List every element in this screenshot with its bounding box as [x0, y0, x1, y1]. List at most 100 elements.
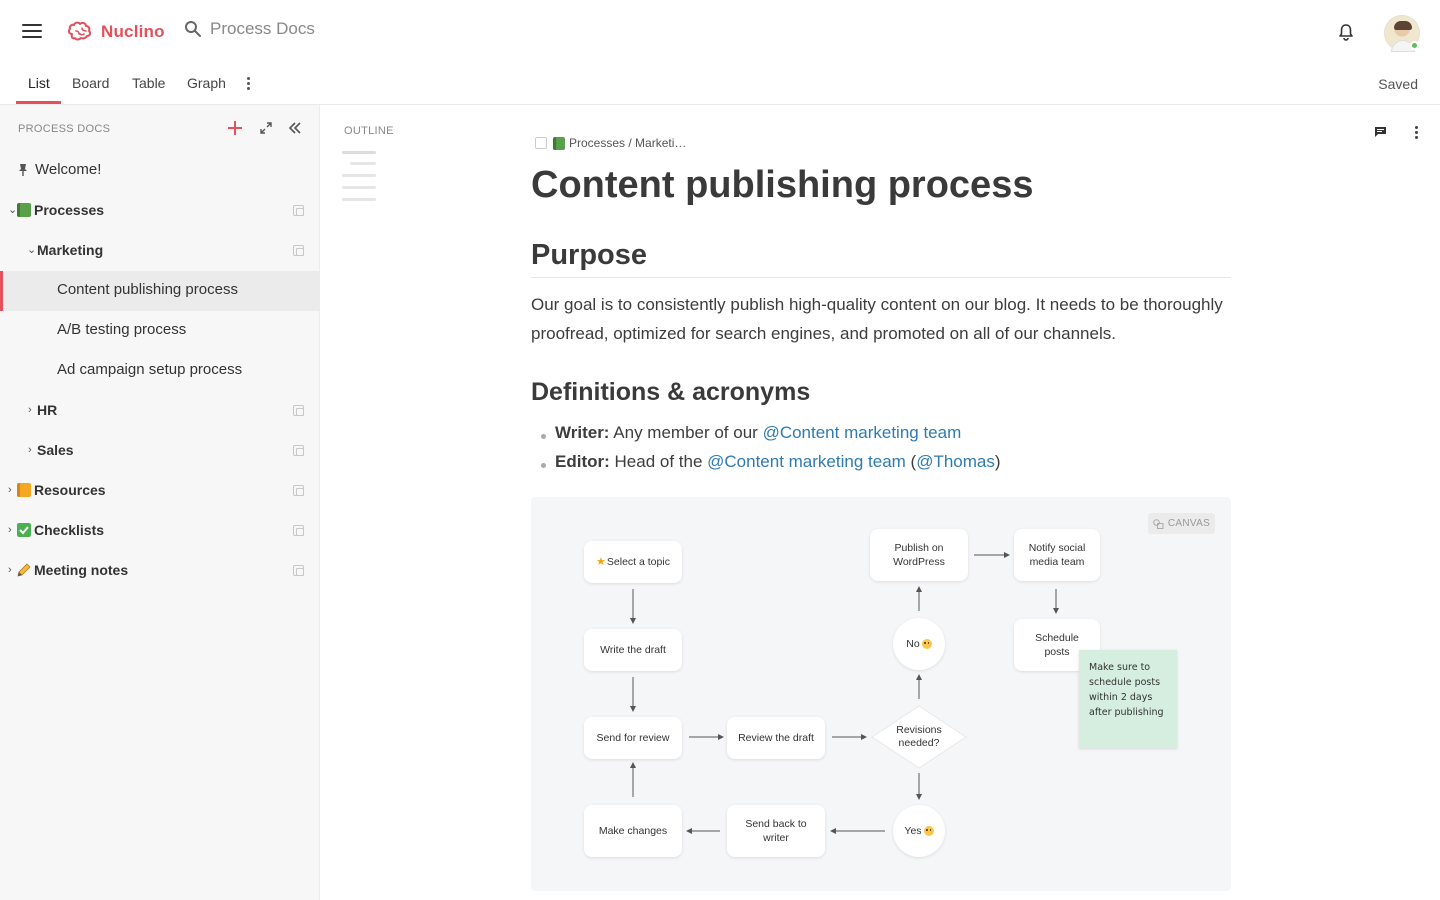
node-label: Send back to writer: [745, 818, 807, 844]
chevron-right-icon[interactable]: ›: [8, 484, 16, 496]
definition-term: Editor:: [555, 452, 610, 471]
mention-link[interactable]: @Thomas: [916, 452, 995, 471]
chevron-down-icon[interactable]: ⌄: [8, 204, 17, 216]
breadcrumb-path[interactable]: Processes / Marketi…: [569, 136, 686, 150]
neutral-face-icon: [921, 639, 932, 649]
duplicate-icon[interactable]: [293, 205, 304, 216]
sidebar-item-ab-testing[interactable]: A/B testing process: [0, 311, 320, 351]
sidebar-item-hr[interactable]: › HR: [0, 391, 320, 431]
flow-node-no[interactable]: No: [893, 618, 945, 670]
comments-icon[interactable]: [1374, 126, 1387, 138]
expand-icon[interactable]: [260, 122, 272, 134]
sidebar-item-marketing[interactable]: ⌄ Marketing: [0, 231, 320, 271]
orange-book-icon: [17, 483, 31, 497]
purpose-paragraph[interactable]: Our goal is to consistently publish high…: [531, 290, 1241, 348]
page-title[interactable]: Content publishing process: [531, 164, 1033, 207]
pin-icon: [19, 164, 27, 176]
sidebar-item-label: Welcome!: [35, 161, 102, 178]
mention-link[interactable]: @Content marketing team: [707, 452, 906, 471]
flow-node-notify[interactable]: Notify social media team: [1014, 529, 1100, 581]
sidebar-item-label: Marketing: [37, 242, 104, 258]
view-tabs: List Board Table Graph Saved: [0, 64, 1440, 105]
sidebar-item-sales[interactable]: › Sales: [0, 431, 320, 471]
sidebar-item-resources[interactable]: › Resources: [0, 471, 320, 511]
node-label: Send for review: [596, 732, 670, 744]
node-label: No: [906, 638, 920, 650]
definition-text: Any member of our: [609, 423, 763, 442]
duplicate-icon[interactable]: [293, 565, 304, 576]
flow-node-yes[interactable]: Yes: [893, 805, 945, 857]
duplicate-icon[interactable]: [293, 245, 304, 256]
node-label: Review the draft: [738, 732, 814, 744]
flow-node-publish[interactable]: Publish on WordPress: [870, 529, 968, 581]
flow-node-write-draft[interactable]: Write the draft: [584, 629, 682, 671]
outline-line[interactable]: [342, 198, 376, 201]
pencil-icon: [17, 563, 31, 577]
definition-text: ): [994, 452, 1001, 471]
flow-node-select-topic[interactable]: ★ Select a topic: [584, 541, 682, 583]
more-views-icon[interactable]: [244, 77, 252, 93]
search-box[interactable]: Process Docs: [184, 19, 315, 39]
flow-node-send-review[interactable]: Send for review: [584, 717, 682, 759]
collapse-sidebar-icon[interactable]: [288, 121, 302, 135]
sidebar-item-welcome[interactable]: Welcome!: [0, 151, 320, 191]
duplicate-icon[interactable]: [293, 525, 304, 536]
mention-link[interactable]: @Content marketing team: [763, 423, 962, 442]
outline-line[interactable]: [350, 162, 376, 165]
canvas-board[interactable]: CANVAS ★Select a topic Write the draft: [531, 497, 1231, 891]
node-label: Notify social media team: [1028, 542, 1086, 568]
definitions-heading[interactable]: Definitions & acronyms: [531, 378, 810, 407]
definition-text: Head of the: [609, 452, 708, 471]
definition-term: Writer:: [555, 423, 610, 442]
sidebar-item-label: Meeting notes: [34, 562, 129, 578]
sad-face-icon: [923, 826, 934, 836]
online-status-dot: [1410, 41, 1419, 50]
duplicate-icon[interactable]: [293, 445, 304, 456]
tab-table[interactable]: Table: [132, 75, 165, 91]
hamburger-menu-icon[interactable]: [22, 24, 42, 40]
heading-divider: [531, 277, 1231, 278]
list-item[interactable]: Writer: Any member of our @Content marke…: [541, 423, 961, 443]
add-item-icon[interactable]: [228, 121, 242, 135]
sticky-note[interactable]: Make sure to schedule posts within 2 day…: [1079, 650, 1177, 748]
tab-graph[interactable]: Graph: [187, 75, 226, 91]
logo[interactable]: Nuclino: [66, 20, 165, 44]
chevron-down-icon[interactable]: ⌄: [27, 244, 36, 256]
outline-title: OUTLINE: [344, 125, 394, 137]
definition-text: (: [905, 452, 917, 471]
tab-list[interactable]: List: [28, 75, 50, 91]
sidebar-item-meeting-notes[interactable]: › Meeting notes: [0, 551, 320, 591]
node-label: Select a topic: [606, 556, 670, 568]
star-icon: ★: [596, 556, 606, 568]
outline-line[interactable]: [342, 174, 376, 177]
flow-node-send-back[interactable]: Send back to writer: [727, 805, 825, 857]
tab-board[interactable]: Board: [72, 75, 109, 91]
flow-node-revisions-decision[interactable]: Revisions needed?: [870, 704, 968, 770]
sidebar-item-content-publishing[interactable]: Content publishing process: [0, 271, 320, 311]
purpose-heading[interactable]: Purpose: [531, 239, 647, 272]
green-book-icon: [17, 203, 31, 217]
document-more-icon[interactable]: [1412, 126, 1420, 140]
notifications-bell-icon[interactable]: [1337, 23, 1355, 41]
sidebar-item-processes[interactable]: ⌄ Processes: [0, 191, 320, 231]
sidebar-item-label: Content publishing process: [57, 281, 238, 298]
outline-line[interactable]: [342, 151, 376, 154]
flow-node-review-draft[interactable]: Review the draft: [727, 717, 825, 759]
chevron-right-icon[interactable]: ›: [8, 524, 16, 536]
sidebar-item-label: Sales: [37, 442, 74, 458]
checkbox-icon[interactable]: [535, 137, 547, 149]
chevron-right-icon[interactable]: ›: [8, 564, 16, 576]
node-label: Yes: [904, 825, 922, 837]
list-item[interactable]: Editor: Head of the @Content marketing t…: [541, 452, 1001, 472]
node-label: Make changes: [598, 825, 668, 837]
sidebar-item-ad-campaign[interactable]: Ad campaign setup process: [0, 351, 320, 391]
flow-node-make-changes[interactable]: Make changes: [584, 805, 682, 857]
duplicate-icon[interactable]: [293, 485, 304, 496]
sidebar-item-checklists[interactable]: › Checklists: [0, 511, 320, 551]
brain-logo-icon: [67, 21, 92, 41]
chevron-right-icon[interactable]: ›: [28, 444, 36, 456]
chevron-right-icon[interactable]: ›: [28, 404, 36, 416]
duplicate-icon[interactable]: [293, 405, 304, 416]
active-tab-indicator: [16, 101, 61, 104]
outline-line[interactable]: [342, 186, 376, 189]
